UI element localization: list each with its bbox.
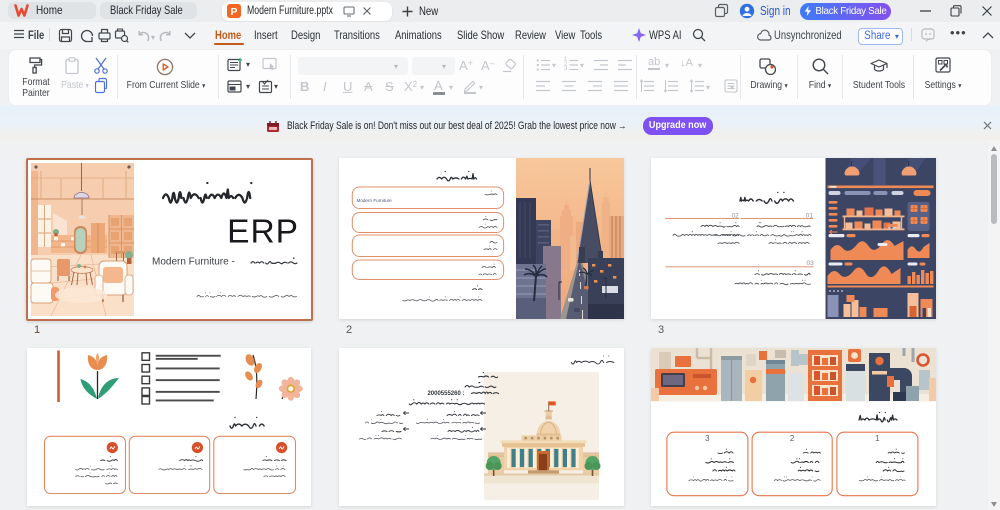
svg-text:ERP: ERP (227, 214, 299, 251)
svg-text:P: P (230, 6, 237, 18)
svg-text:2: 2 (790, 434, 795, 443)
svg-text:2000555260 :: 2000555260 : (427, 391, 464, 397)
svg-text:3: 3 (705, 434, 710, 443)
svg-text:Modern Furniture: Modern Furniture (357, 198, 393, 203)
svg-text:03: 03 (806, 260, 814, 267)
svg-text:Modern Furniture -: Modern Furniture - (152, 257, 235, 268)
svg-text:1: 1 (875, 434, 880, 443)
